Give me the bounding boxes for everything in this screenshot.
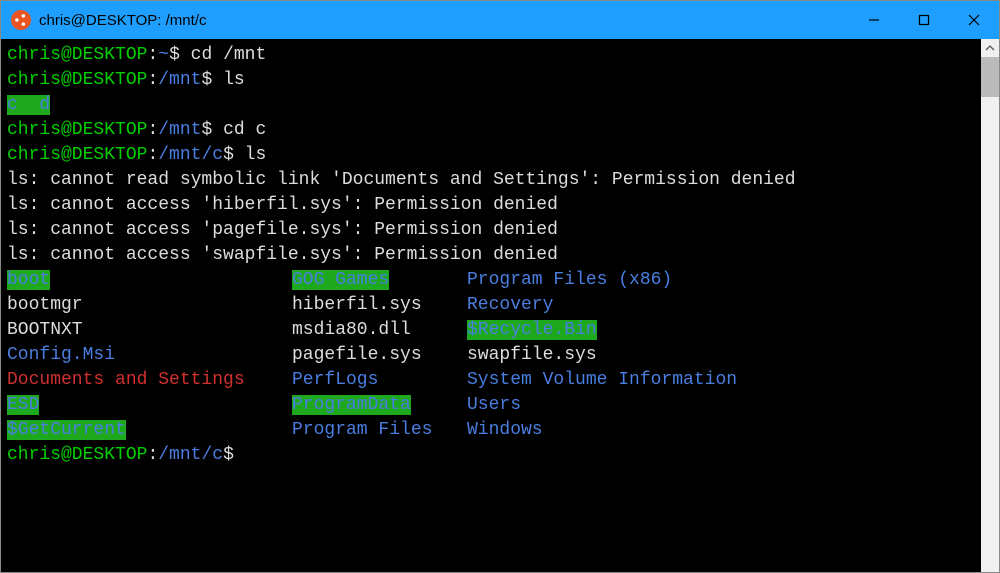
window-controls (849, 1, 999, 39)
prompt-sep: : (147, 145, 158, 165)
ls-spacer (18, 95, 40, 115)
prompt-dollar: $ (223, 145, 245, 165)
prompt-userhost: chris@DESKTOP (7, 120, 147, 140)
ls-entry: Documents and Settings (7, 370, 245, 390)
prompt-sep: : (147, 70, 158, 90)
ls-entry: $Recycle.Bin (467, 320, 597, 340)
prompt-userhost: chris@DESKTOP (7, 445, 147, 465)
ls-entry: pagefile.sys (292, 345, 422, 365)
error-line: ls: cannot access 'pagefile.sys': Permis… (7, 220, 558, 240)
maximize-button[interactable] (899, 1, 949, 39)
command-text: ls (245, 145, 267, 165)
prompt-sep: : (147, 445, 158, 465)
error-line: ls: cannot access 'swapfile.sys': Permis… (7, 245, 558, 265)
terminal-body: chris@DESKTOP:~$ cd /mnt chris@DESKTOP:/… (1, 39, 999, 572)
ls-entry: PerfLogs (292, 370, 378, 390)
command-text: cd /mnt (191, 45, 267, 65)
prompt-path: /mnt (158, 70, 201, 90)
ls-entry: swapfile.sys (467, 345, 597, 365)
scroll-up-icon[interactable] (981, 39, 999, 57)
ls-entry: bootmgr (7, 295, 83, 315)
ls-entry: c (7, 95, 18, 115)
command-text: ls (223, 70, 245, 90)
prompt-path: ~ (158, 45, 169, 65)
window-title: chris@DESKTOP: /mnt/c (39, 12, 849, 29)
ls-entry: BOOTNXT (7, 320, 83, 340)
prompt-dollar: $ (223, 445, 234, 465)
prompt-sep: : (147, 45, 158, 65)
ubuntu-icon (11, 10, 31, 30)
ls-entry: ESD (7, 395, 39, 415)
ls-entry: Program Files (292, 420, 432, 440)
prompt-dollar: $ (201, 120, 223, 140)
error-line: ls: cannot read symbolic link 'Documents… (7, 170, 796, 190)
ls-entry: Config.Msi (7, 345, 115, 365)
ls-entry: boot (7, 270, 50, 290)
ls-entry: Program Files (x86) (467, 270, 672, 290)
ls-entry: Windows (467, 420, 543, 440)
ls-entry: $GetCurrent (7, 420, 126, 440)
prompt-userhost: chris@DESKTOP (7, 45, 147, 65)
prompt-path: /mnt/c (158, 145, 223, 165)
prompt-path: /mnt/c (158, 445, 223, 465)
prompt-dollar: $ (201, 70, 223, 90)
minimize-button[interactable] (849, 1, 899, 39)
scrollbar[interactable] (981, 39, 999, 572)
close-button[interactable] (949, 1, 999, 39)
ls-entry: ProgramData (292, 395, 411, 415)
ls-listing: boot GOG Games Program Files (x86) bootm… (7, 268, 975, 443)
prompt-dollar: $ (169, 45, 191, 65)
ls-entry: Users (467, 395, 521, 415)
ls-entry: System Volume Information (467, 370, 737, 390)
titlebar[interactable]: chris@DESKTOP: /mnt/c (1, 1, 999, 39)
prompt-userhost: chris@DESKTOP (7, 70, 147, 90)
prompt-path: /mnt (158, 120, 201, 140)
ls-entry: GOG Games (292, 270, 389, 290)
scroll-thumb[interactable] (981, 57, 999, 97)
ls-entry: hiberfil.sys (292, 295, 422, 315)
prompt-sep: : (147, 120, 158, 140)
ls-entry: msdia80.dll (292, 320, 411, 340)
error-line: ls: cannot access 'hiberfil.sys': Permis… (7, 195, 558, 215)
prompt-userhost: chris@DESKTOP (7, 145, 147, 165)
ls-entry: Recovery (467, 295, 553, 315)
command-text: cd c (223, 120, 266, 140)
terminal-output[interactable]: chris@DESKTOP:~$ cd /mnt chris@DESKTOP:/… (1, 39, 981, 572)
ls-entry: d (39, 95, 50, 115)
terminal-window: chris@DESKTOP: /mnt/c chris@DESKTOP:~$ c… (0, 0, 1000, 573)
